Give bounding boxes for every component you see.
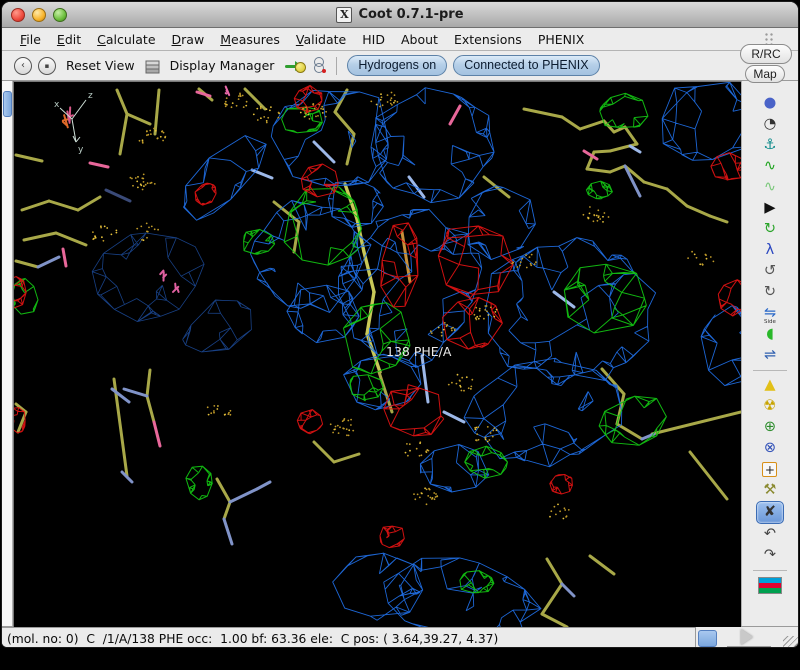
molecular-viewport[interactable]: x z y 138 PHE/A [13, 81, 741, 627]
simple-mutate-icon[interactable]: ☢ [757, 396, 783, 417]
bottom-scrollbar-thumb[interactable] [698, 630, 717, 647]
refine-range-icon[interactable]: ◔ [757, 114, 783, 135]
refmac-flag-icon[interactable] [758, 577, 782, 594]
phenix-connection-button[interactable]: Connected to PHENIX [453, 55, 599, 76]
hydrogens-toggle-button[interactable]: Hydrogens on [347, 55, 447, 76]
left-scrollbar[interactable] [2, 81, 13, 626]
rigid-body-fit-icon[interactable]: ▶ [757, 198, 783, 219]
coot-window: X Coot 0.7.1-pre FileEditCalculateDrawMe… [2, 2, 798, 647]
svg-text:y: y [78, 145, 84, 155]
rotate-translate-icon[interactable]: ↻ [757, 219, 783, 240]
menu-phenix[interactable]: PHENIX [530, 30, 592, 49]
add-alt-conf-icon[interactable]: ⊗ [757, 438, 783, 459]
mutate-auto-fit-icon[interactable]: ▲ [757, 375, 783, 396]
statusbar-corner [719, 627, 798, 647]
menu-drag-grip[interactable] [764, 32, 774, 44]
torsion-general-icon[interactable]: ↻ [757, 282, 783, 303]
map-button[interactable]: Map [745, 65, 785, 83]
redo-icon[interactable]: ↷ [757, 545, 783, 566]
go-back-icon[interactable]: ‹ [14, 57, 32, 75]
close-button[interactable] [11, 8, 25, 22]
menu-extensions[interactable]: Extensions [446, 30, 530, 49]
jiggle-fit-icon[interactable]: ⇌ [757, 345, 783, 366]
toolbar-separator [336, 57, 337, 75]
model-fit-refine-panel: ●◔⚓∿∿▶↻λ↺↻⇋◖Side⇌▲☢⊕⊗+⚒✘↶↷ [741, 81, 798, 626]
recenter-icon[interactable]: ▪ [38, 57, 56, 75]
tool-separator [753, 370, 787, 371]
resize-handle[interactable] [727, 646, 771, 647]
edit-chi-angles-icon[interactable]: ↺ [757, 261, 783, 282]
refine-sphere-icon[interactable]: ● [757, 93, 783, 114]
menu-draw[interactable]: Draw [164, 30, 213, 49]
regularize-zone-icon[interactable]: ∿ [757, 156, 783, 177]
menu-validate[interactable]: Validate [288, 30, 354, 49]
display-manager-button[interactable]: Display Manager [166, 58, 279, 73]
window-resize-grip[interactable] [783, 636, 798, 647]
status-box: (mol. no: 0) C /1/A/138 PHE occ: 1.00 bf… [2, 627, 696, 647]
svg-text:z: z [88, 91, 93, 101]
menu-calculate[interactable]: Calculate [89, 30, 163, 49]
play-icon[interactable] [741, 629, 753, 645]
rrc-button[interactable]: R/RC [740, 44, 792, 64]
menu-edit[interactable]: Edit [49, 30, 89, 49]
display-manager-icon[interactable] [145, 59, 160, 73]
residue-label: 138 PHE/A [386, 344, 452, 359]
window-title: Coot 0.7.1-pre [358, 7, 463, 22]
electron-density-scene: x z y 138 PHE/A [14, 82, 741, 627]
delete-item-icon[interactable]: ✘ [756, 501, 784, 524]
real-space-refine-icon[interactable]: ⚓ [757, 135, 783, 156]
zoom-button[interactable] [53, 8, 67, 22]
atom-status-text: (mol. no: 0) C /1/A/138 PHE occ: 1.00 bf… [7, 632, 498, 646]
fixed-atoms-icon[interactable]: ∿ [757, 177, 783, 198]
x11-icon: X [336, 7, 352, 23]
menu-hid[interactable]: HID [354, 30, 393, 49]
place-atom-at-pointer-icon[interactable]: + [757, 459, 783, 480]
go-to-atom-icon[interactable] [284, 58, 306, 74]
status-bar: (mol. no: 0) C /1/A/138 PHE occ: 1.00 bf… [2, 626, 798, 647]
go-to-ligand-icon[interactable] [312, 57, 326, 74]
menu-measures[interactable]: Measures [212, 30, 288, 49]
add-terminal-residue-icon[interactable]: ⊕ [757, 417, 783, 438]
main-area: xzy138 PHE/A ●◔⚓∿∿▶↻λ↺↻⇋◖Side⇌▲☢⊕⊗+⚒✘↶↷ [2, 81, 798, 626]
undo-icon[interactable]: ↶ [757, 524, 783, 545]
minimize-button[interactable] [32, 8, 46, 22]
tool-strip: ●◔⚓∿∿▶↻λ↺↻⇋◖Side⇌▲☢⊕⊗+⚒✘↶↷ [742, 93, 798, 594]
tool-separator [753, 570, 787, 571]
side-chain-180-flip-icon[interactable]: ◖Side [757, 324, 783, 345]
auto-fit-rotamer-icon[interactable]: λ [757, 240, 783, 261]
title-bar[interactable]: X Coot 0.7.1-pre [2, 2, 798, 28]
window-controls [11, 8, 67, 22]
menu-about[interactable]: About [393, 30, 446, 49]
main-toolbar: ‹ ▪ Reset View Display Manager Hydrogens… [2, 51, 798, 81]
menu-file[interactable]: File [12, 30, 49, 49]
clear-pending-picks-icon[interactable]: ⚒ [757, 480, 783, 501]
svg-text:x: x [54, 100, 60, 110]
reset-view-button[interactable]: Reset View [62, 58, 139, 73]
left-scrollbar-thumb[interactable] [3, 91, 12, 117]
menu-bar: FileEditCalculateDrawMeasuresValidateHID… [2, 28, 798, 51]
